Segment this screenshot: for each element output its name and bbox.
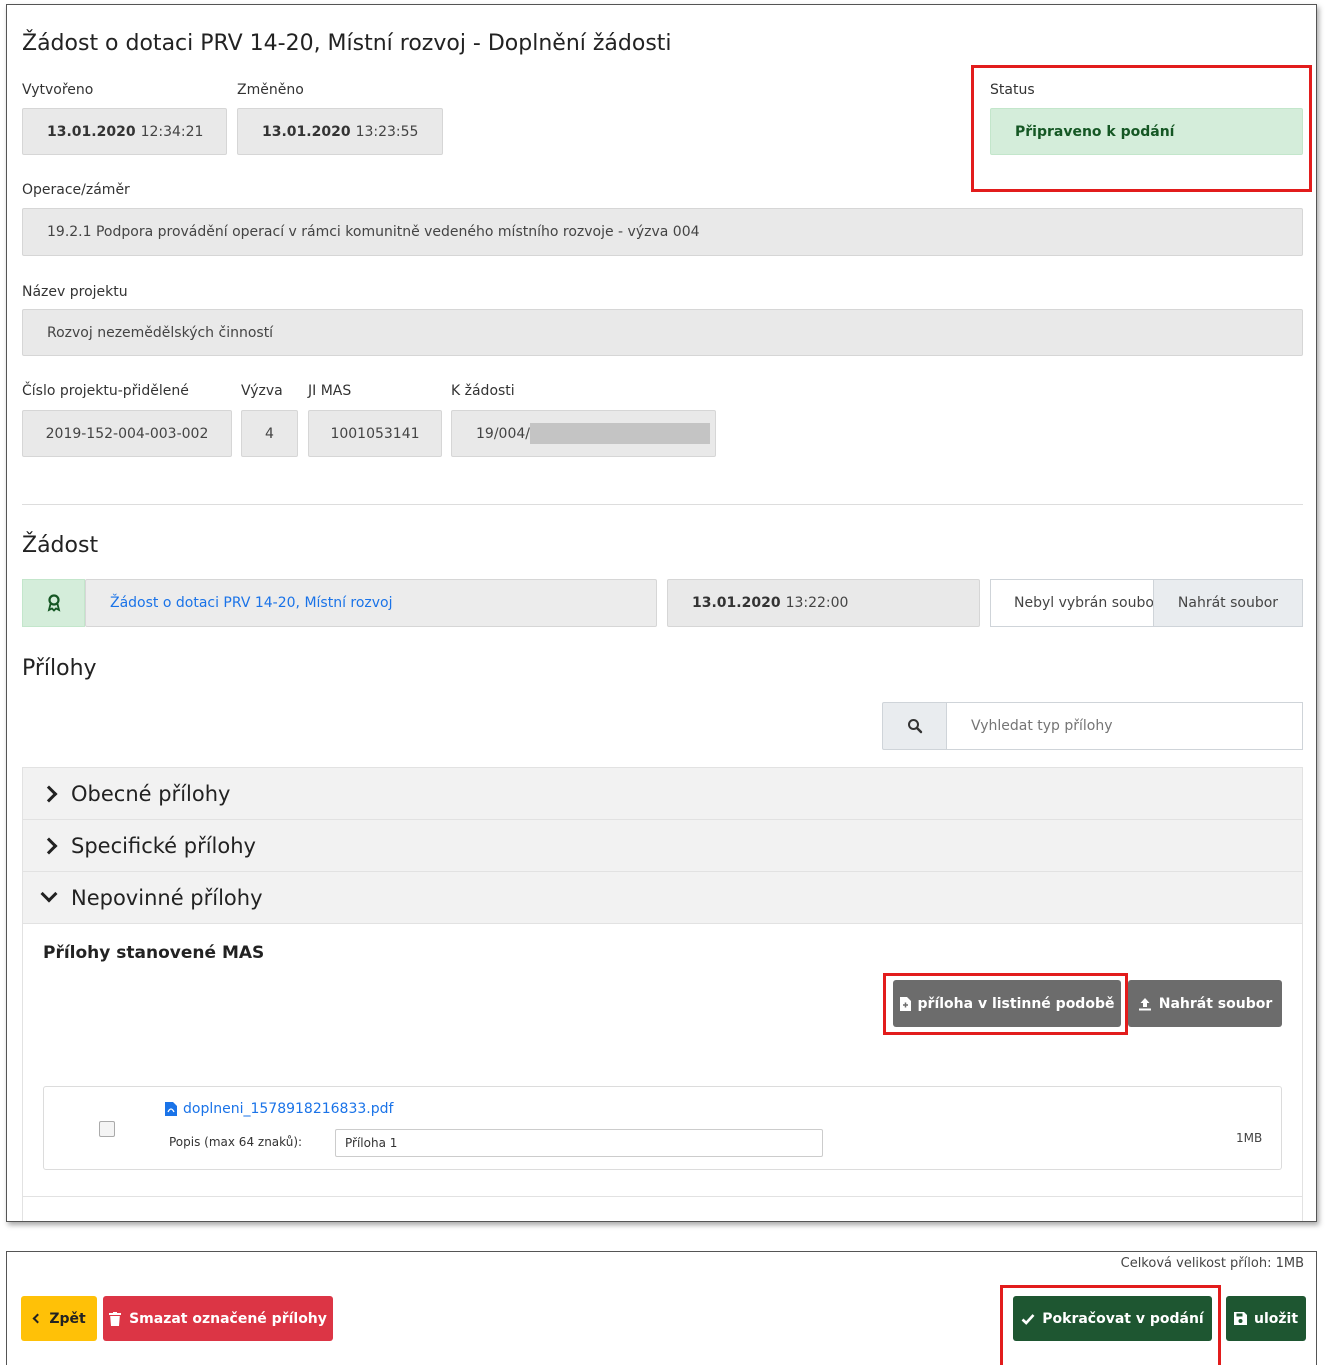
chevron-right-icon	[40, 837, 58, 854]
pdf-file-icon	[165, 1102, 177, 1116]
mas-attachments-heading: Přílohy stanovené MAS	[43, 943, 265, 963]
redacted-block	[529, 423, 710, 444]
continue-highlight-frame	[1000, 1285, 1221, 1365]
upload-attachment-label: Nahrát soubor	[1158, 995, 1273, 1012]
divider	[22, 504, 1303, 505]
upload-attachment-button[interactable]: Nahrát soubor	[1128, 980, 1282, 1027]
request-label: K žádosti	[451, 383, 515, 399]
section-general-attachments[interactable]: Obecné přílohy	[22, 767, 1303, 820]
mas-field: 1001053141	[308, 410, 442, 457]
application-heading: Žádost	[22, 533, 99, 558]
chevron-down-icon	[40, 885, 58, 902]
section-title: Obecné přílohy	[71, 781, 231, 806]
section-bottom-divider	[22, 1196, 1303, 1197]
save-button[interactable]: uložit	[1226, 1296, 1306, 1341]
chevron-left-icon	[32, 1313, 43, 1324]
search-icon	[907, 719, 922, 734]
attachment-desc-label: Popis (max 64 znaků):	[169, 1135, 303, 1149]
operation-field: 19.2.1 Podpora provádění operací v rámci…	[22, 208, 1303, 256]
project-name-field: Rozvoj nezemědělských činností	[22, 309, 1303, 356]
total-size-text: Celková velikost příloh: 1MB	[1120, 1256, 1304, 1271]
changed-date: 13.01.2020	[262, 123, 351, 140]
mas-label: JI MAS	[308, 383, 352, 399]
section-title: Specifické přílohy	[71, 833, 256, 858]
attachment-desc-input[interactable]: Příloha 1	[335, 1129, 823, 1157]
attachment-item: doplneni_1578918216833.pdf Popis (max 64…	[43, 1086, 1282, 1170]
delete-label: Smazat označené přílohy	[129, 1310, 327, 1327]
call-field: 4	[241, 410, 298, 457]
page-title: Žádost o dotaci PRV 14-20, Místní rozvoj…	[22, 31, 672, 56]
application-status-cell	[22, 579, 85, 627]
created-time: 12:34:21	[140, 123, 204, 140]
optional-section-body	[22, 923, 1303, 1221]
created-label: Vytvořeno	[22, 82, 94, 98]
attachments-heading: Přílohy	[22, 656, 97, 681]
search-button[interactable]	[882, 702, 947, 750]
save-label: uložit	[1253, 1310, 1299, 1327]
floppy-disk-icon	[1233, 1312, 1247, 1325]
request-value: 19/004/	[476, 425, 530, 442]
back-button[interactable]: Zpět	[21, 1296, 97, 1341]
changed-label: Změněno	[237, 82, 304, 98]
search-input[interactable]	[946, 702, 1303, 750]
attachment-file-link-row: doplneni_1578918216833.pdf	[165, 1101, 393, 1117]
operation-label: Operace/záměr	[22, 182, 130, 198]
application-date-field: 13.01.2020 13:22:00	[667, 579, 980, 627]
created-date: 13.01.2020	[47, 123, 136, 140]
file-chooser-input[interactable]: Nebyl vybrán soubo	[990, 579, 1154, 627]
changed-field: 13.01.2020 13:23:55	[237, 108, 443, 155]
attachment-checkbox[interactable]	[99, 1121, 115, 1137]
back-label: Zpět	[49, 1310, 86, 1327]
application-panel: Žádost o dotaci PRV 14-20, Místní rozvoj…	[6, 4, 1317, 1222]
project-number-field: 2019-152-004-003-002	[22, 410, 232, 457]
section-specific-attachments[interactable]: Specifické přílohy	[22, 819, 1303, 872]
attachment-size: 1MB	[1236, 1131, 1263, 1145]
trash-icon	[109, 1311, 122, 1326]
upload-icon	[1138, 997, 1151, 1010]
section-optional-attachments[interactable]: Nepovinné přílohy	[22, 871, 1303, 924]
created-field: 13.01.2020 12:34:21	[22, 108, 227, 155]
changed-time: 13:23:55	[355, 123, 419, 140]
attachment-file-link[interactable]: doplneni_1578918216833.pdf	[183, 1101, 393, 1117]
section-title: Nepovinné přílohy	[71, 885, 263, 910]
status-highlight-frame	[971, 65, 1312, 192]
call-label: Výzva	[241, 383, 283, 399]
award-icon	[47, 594, 60, 612]
delete-selected-button[interactable]: Smazat označené přílohy	[103, 1296, 333, 1341]
footer-bar: Celková velikost příloh: 1MB Zpět Smazat…	[6, 1251, 1317, 1365]
application-link-cell: Žádost o dotaci PRV 14-20, Místní rozvoj	[85, 579, 657, 627]
paper-button-highlight-frame	[883, 973, 1128, 1035]
project-number-label: Číslo projektu-přidělené	[22, 383, 189, 399]
application-link[interactable]: Žádost o dotaci PRV 14-20, Místní rozvoj	[110, 595, 393, 611]
request-field: 19/004/	[451, 410, 716, 457]
application-time: 13:22:00	[785, 595, 849, 611]
project-name-label: Název projektu	[22, 284, 128, 300]
application-date: 13.01.2020	[692, 595, 781, 611]
chevron-right-icon	[40, 785, 58, 802]
upload-file-button[interactable]: Nahrát soubor	[1153, 579, 1303, 627]
